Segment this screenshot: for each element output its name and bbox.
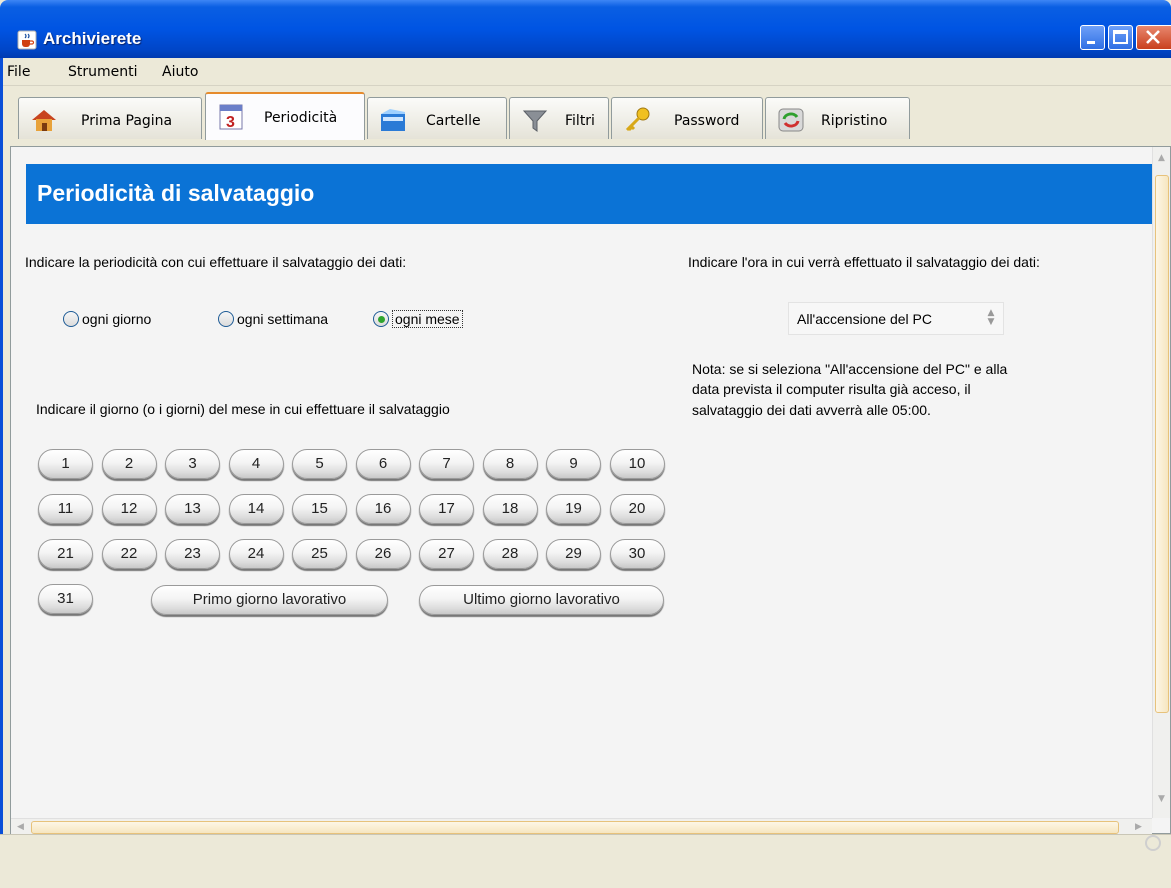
- scroll-left-icon[interactable]: ◀: [17, 822, 24, 832]
- day-button-9[interactable]: 9: [546, 449, 601, 479]
- maximize-icon: [1113, 30, 1128, 44]
- radio-button-selected-icon: [373, 311, 389, 327]
- section-title: Periodicità di salvataggio: [37, 180, 315, 206]
- day-button-25[interactable]: 25: [292, 539, 347, 569]
- radio-label: ogni settimana: [237, 311, 329, 327]
- time-spinner-value: All'accensione del PC: [797, 311, 932, 327]
- tab-prima-pagina[interactable]: Prima Pagina: [18, 97, 202, 139]
- day-button-14[interactable]: 14: [228, 494, 284, 524]
- horizontal-scroll-thumb[interactable]: [31, 821, 1119, 834]
- tab-cartelle[interactable]: Cartelle: [367, 97, 507, 139]
- note-line-3: salvataggio dei dati avverrà alle 05:00.: [692, 402, 931, 418]
- day-button-13[interactable]: 13: [165, 494, 220, 524]
- app-window: Archivierete File Strumenti Aiuto Prima …: [0, 0, 1171, 888]
- day-button-28[interactable]: 28: [482, 539, 538, 569]
- radio-button-icon: [218, 311, 234, 327]
- day-button-11[interactable]: 11: [38, 494, 93, 524]
- day-button-23[interactable]: 23: [165, 539, 220, 569]
- day-button-29[interactable]: 29: [546, 539, 601, 569]
- day-button-8[interactable]: 8: [482, 449, 538, 479]
- radio-label: ogni giorno: [82, 311, 152, 327]
- day-button-6[interactable]: 6: [355, 449, 411, 479]
- calendar-icon: 3: [219, 104, 243, 131]
- day-button-21[interactable]: 21: [38, 539, 93, 569]
- minimize-button[interactable]: [1080, 25, 1105, 50]
- note-line-2: data prevista il computer risulta già ac…: [692, 381, 971, 397]
- day-button-1[interactable]: 1: [38, 449, 93, 479]
- day-button-2[interactable]: 2: [101, 449, 157, 479]
- close-button[interactable]: [1136, 25, 1171, 50]
- day-button-24[interactable]: 24: [228, 539, 284, 569]
- day-button-27[interactable]: 27: [419, 539, 474, 569]
- radio-label: ogni mese: [392, 310, 463, 328]
- title-bar[interactable]: Archivierete: [0, 0, 1171, 58]
- maximize-button[interactable]: [1108, 25, 1133, 50]
- content-panel: Periodicità di salvataggio Indicare la p…: [10, 146, 1171, 835]
- spinner-arrows-icon[interactable]: ▲ ▼: [985, 309, 997, 329]
- window-frame: [0, 58, 3, 888]
- day-button-18[interactable]: 18: [482, 494, 538, 524]
- time-spinner[interactable]: All'accensione del PC ▲ ▼: [788, 302, 1004, 335]
- periodicity-prompt: Indicare la periodicità con cui effettua…: [25, 254, 407, 270]
- menu-bar: File Strumenti Aiuto: [0, 58, 1171, 86]
- vertical-scroll-thumb[interactable]: [1155, 175, 1169, 713]
- busy-indicator-icon: [1145, 835, 1161, 851]
- scroll-down-icon[interactable]: ▼: [1158, 794, 1165, 804]
- time-prompt: Indicare l'ora in cui verrà effettuato i…: [688, 254, 1040, 270]
- radio-button-icon: [63, 311, 79, 327]
- tab-label: Prima Pagina: [81, 113, 173, 129]
- day-button-12[interactable]: 12: [101, 494, 157, 524]
- menu-strumenti[interactable]: Strumenti: [68, 64, 138, 80]
- java-cup-icon: [17, 30, 37, 50]
- house-icon: [32, 110, 56, 131]
- funnel-icon: [522, 110, 548, 132]
- day-button-19[interactable]: 19: [546, 494, 601, 524]
- tab-ripristino[interactable]: Ripristino: [765, 97, 910, 139]
- window-title: Archivierete: [43, 29, 142, 48]
- day-button-5[interactable]: 5: [292, 449, 347, 479]
- minimize-icon: [1087, 41, 1095, 44]
- svg-text:3: 3: [226, 114, 235, 131]
- scroll-up-icon[interactable]: ▲: [1158, 153, 1165, 163]
- first-workday-button[interactable]: Primo giorno lavorativo: [151, 585, 388, 615]
- scroll-right-icon[interactable]: ▶: [1135, 822, 1142, 832]
- tab-filtri[interactable]: Filtri: [509, 97, 609, 139]
- tab-label: Password: [674, 113, 740, 129]
- day-button-16[interactable]: 16: [355, 494, 411, 524]
- day-prompt: Indicare il giorno (o i giorni) del mese…: [36, 401, 450, 417]
- tab-password[interactable]: Password: [611, 97, 763, 139]
- close-icon: [1146, 30, 1160, 44]
- day-button-3[interactable]: 3: [165, 449, 220, 479]
- day-button-7[interactable]: 7: [419, 449, 474, 479]
- day-button-31[interactable]: 31: [38, 584, 93, 614]
- section-header: Periodicità di salvataggio: [26, 164, 1154, 224]
- menu-aiuto[interactable]: Aiuto: [162, 64, 198, 80]
- tab-label: Ripristino: [821, 113, 888, 129]
- day-button-15[interactable]: 15: [292, 494, 347, 524]
- day-button-17[interactable]: 17: [419, 494, 474, 524]
- last-workday-button[interactable]: Ultimo giorno lavorativo: [419, 585, 664, 615]
- day-button-20[interactable]: 20: [609, 494, 665, 524]
- day-button-10[interactable]: 10: [609, 449, 665, 479]
- day-button-4[interactable]: 4: [228, 449, 284, 479]
- tab-label: Cartelle: [426, 113, 481, 129]
- horizontal-scrollbar[interactable]: ◀ ▶: [11, 818, 1152, 835]
- menu-file[interactable]: File: [7, 64, 30, 80]
- key-icon: [625, 107, 650, 132]
- tab-periodicita[interactable]: 3 Periodicità: [205, 92, 365, 140]
- note-line-1: Nota: se si seleziona "All'accensione de…: [692, 361, 1008, 377]
- tab-label: Filtri: [565, 113, 595, 129]
- folder-icon: [381, 109, 405, 131]
- vertical-scrollbar[interactable]: ▲ ▼: [1152, 147, 1170, 818]
- day-button-22[interactable]: 22: [101, 539, 157, 569]
- day-button-26[interactable]: 26: [355, 539, 411, 569]
- day-button-30[interactable]: 30: [609, 539, 665, 569]
- tab-label: Periodicità: [264, 110, 338, 126]
- restore-icon: [778, 108, 804, 132]
- status-bar: [0, 834, 1171, 888]
- tab-bar: Prima Pagina 3 Periodicità Cartelle Filt…: [0, 86, 1171, 146]
